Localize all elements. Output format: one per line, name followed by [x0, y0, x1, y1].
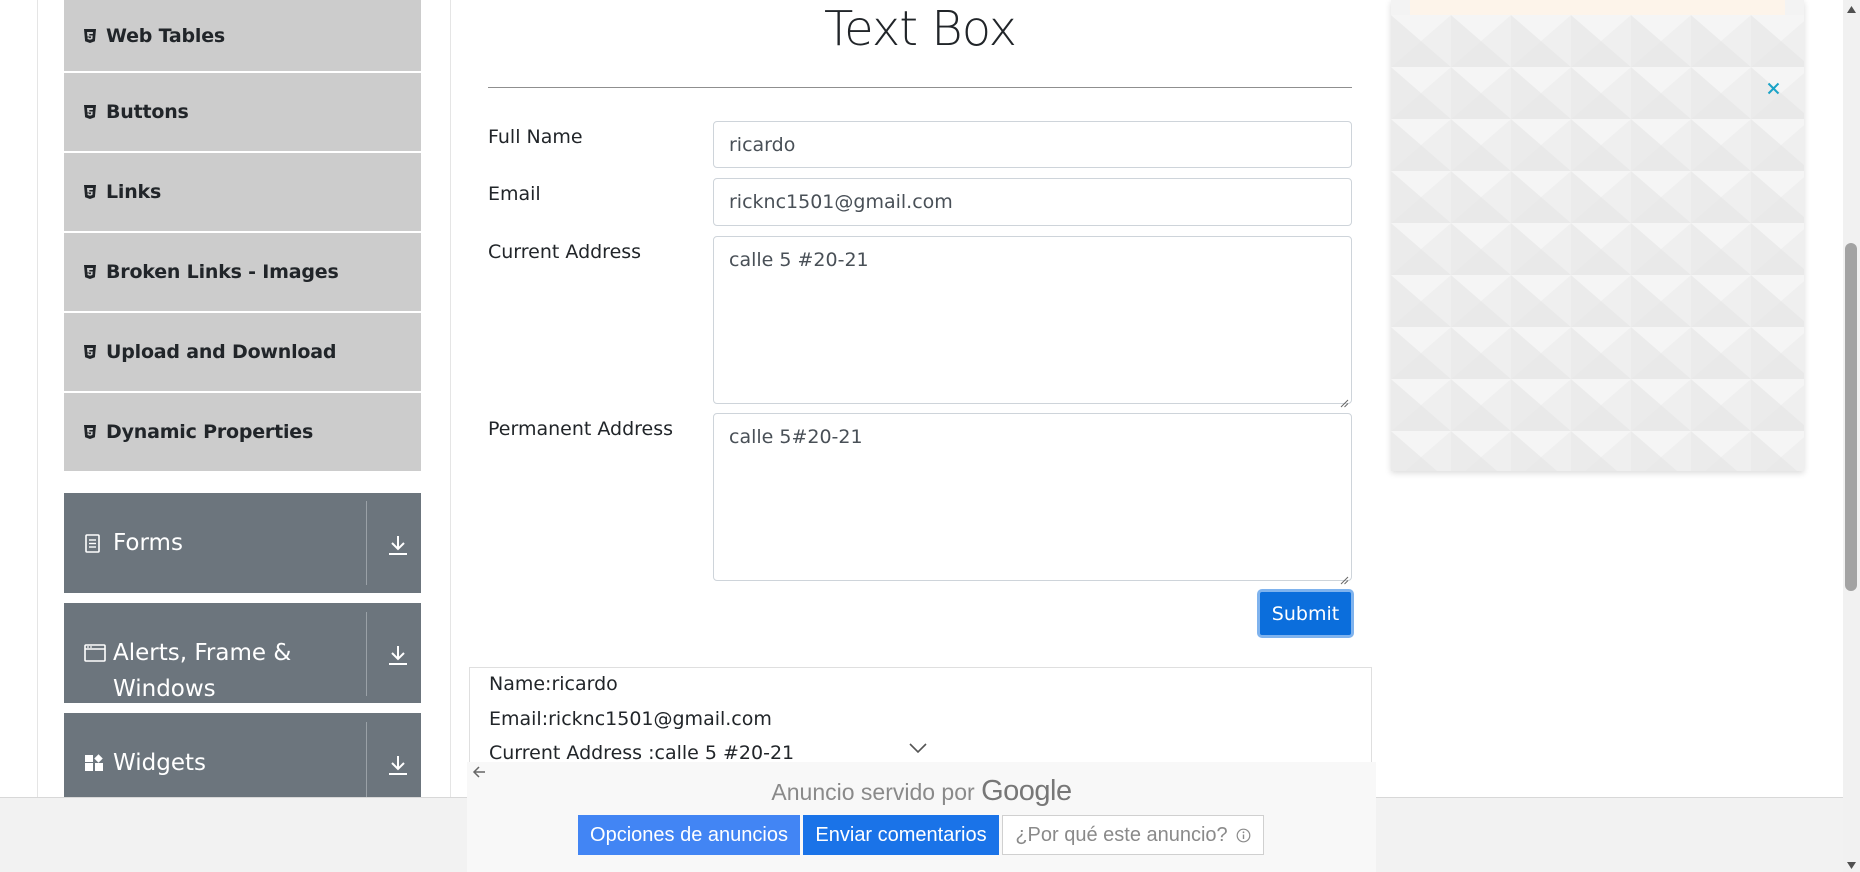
resize-handle-icon[interactable] — [1339, 391, 1349, 408]
full-name-input[interactable]: ricardo — [713, 121, 1352, 168]
sidebar-group-label: Forms — [113, 530, 183, 556]
sidebar-group-label: Widgets — [113, 750, 206, 776]
current-address-value: calle 5 #20-21 — [729, 249, 869, 271]
scroll-down-arrow-icon[interactable] — [1846, 858, 1857, 869]
output-current-address: Current Address :calle 5 #20-21 — [489, 742, 795, 764]
sidebar-item-buttons[interactable]: Buttons — [64, 73, 421, 152]
email-label: Email — [488, 183, 541, 205]
scrollbar-thumb[interactable] — [1845, 243, 1857, 591]
html5-icon — [82, 424, 98, 440]
submit-button[interactable]: Submit — [1257, 589, 1354, 638]
html5-icon — [82, 104, 98, 120]
sidebar-group-label: Alerts, Frame & Windows — [113, 640, 292, 702]
scroll-up-arrow-icon[interactable] — [1846, 2, 1857, 13]
html5-icon — [82, 264, 98, 280]
window-icon — [84, 643, 106, 663]
sidebar-item-upload-and-download[interactable]: Upload and Download — [64, 313, 421, 392]
chevron-down-icon[interactable] — [907, 741, 929, 755]
ad-feedback-button[interactable]: Enviar comentarios — [803, 815, 999, 855]
ad-close-x-icon[interactable] — [1767, 82, 1780, 95]
sidebar-item-broken-links-images[interactable]: Broken Links - Images — [64, 233, 421, 312]
sidebar-elements-list: Web Tables Buttons Links Broken Links - … — [64, 0, 421, 473]
sidebar-item-label: Broken Links - Images — [106, 261, 339, 283]
full-name-label: Full Name — [488, 126, 583, 148]
ad-why-button[interactable]: ¿Por qué este anuncio? — [1002, 815, 1264, 855]
sidebar-group-forms[interactable]: Forms — [64, 493, 421, 593]
sidebar-item-label: Buttons — [106, 101, 189, 123]
ad-top-band — [1410, 0, 1785, 15]
group-divider — [366, 612, 367, 696]
download-arrow-icon[interactable] — [387, 533, 409, 557]
left-column-border — [37, 0, 38, 797]
html5-icon — [82, 344, 98, 360]
permanent-address-textarea[interactable]: calle 5#20-21 — [713, 413, 1352, 585]
sidebar-item-label: Upload and Download — [106, 341, 337, 363]
sidebar-item-dynamic-properties[interactable]: Dynamic Properties — [64, 393, 421, 472]
html5-icon — [82, 28, 98, 44]
ad-why-label: ¿Por qué este anuncio? — [1015, 823, 1228, 846]
page-title: Text Box — [823, 1, 1017, 57]
sidebar-group-widgets[interactable]: Widgets — [64, 713, 421, 797]
widgets-icon — [84, 754, 104, 774]
page: Web Tables Buttons Links Broken Links - … — [0, 0, 1860, 872]
ad-pattern — [1391, 15, 1804, 471]
email-input[interactable]: ricknc1501@gmail.com — [713, 178, 1352, 226]
google-logo: Google — [981, 775, 1072, 807]
sidebar-item-links[interactable]: Links — [64, 153, 421, 232]
sidebar-item-web-tables[interactable]: Web Tables — [64, 0, 421, 72]
current-address-textarea[interactable]: calle 5 #20-21 — [713, 236, 1352, 408]
title-divider — [488, 87, 1352, 88]
output-name: Name:ricardo — [489, 673, 618, 695]
sidebar-item-label: Dynamic Properties — [106, 421, 314, 443]
sidebar-item-label: Web Tables — [106, 24, 226, 47]
resize-handle-icon[interactable] — [1339, 568, 1349, 585]
ad-container[interactable] — [1391, 0, 1804, 471]
output-email: Email:ricknc1501@gmail.com — [489, 708, 772, 730]
document-icon — [84, 534, 104, 554]
permanent-address-value: calle 5#20-21 — [729, 426, 863, 448]
group-divider — [366, 501, 367, 585]
current-address-label: Current Address — [488, 241, 642, 263]
ad-served-by-prefix: Anuncio servido por — [771, 779, 975, 805]
ad-options-button[interactable]: Opciones de anuncios — [578, 815, 800, 855]
html5-icon — [82, 184, 98, 200]
sidebar-group-alerts-frame-windows[interactable]: Alerts, Frame & Windows — [64, 603, 421, 703]
sidebar-item-label: Links — [106, 181, 162, 203]
ad-served-by: Anuncio servido por Google — [467, 775, 1376, 808]
sidebar-border — [450, 0, 451, 797]
group-divider — [366, 722, 367, 797]
permanent-address-label: Permanent Address — [488, 418, 674, 440]
download-arrow-icon[interactable] — [387, 753, 409, 777]
info-icon — [1236, 828, 1251, 842]
download-arrow-icon[interactable] — [387, 643, 409, 667]
